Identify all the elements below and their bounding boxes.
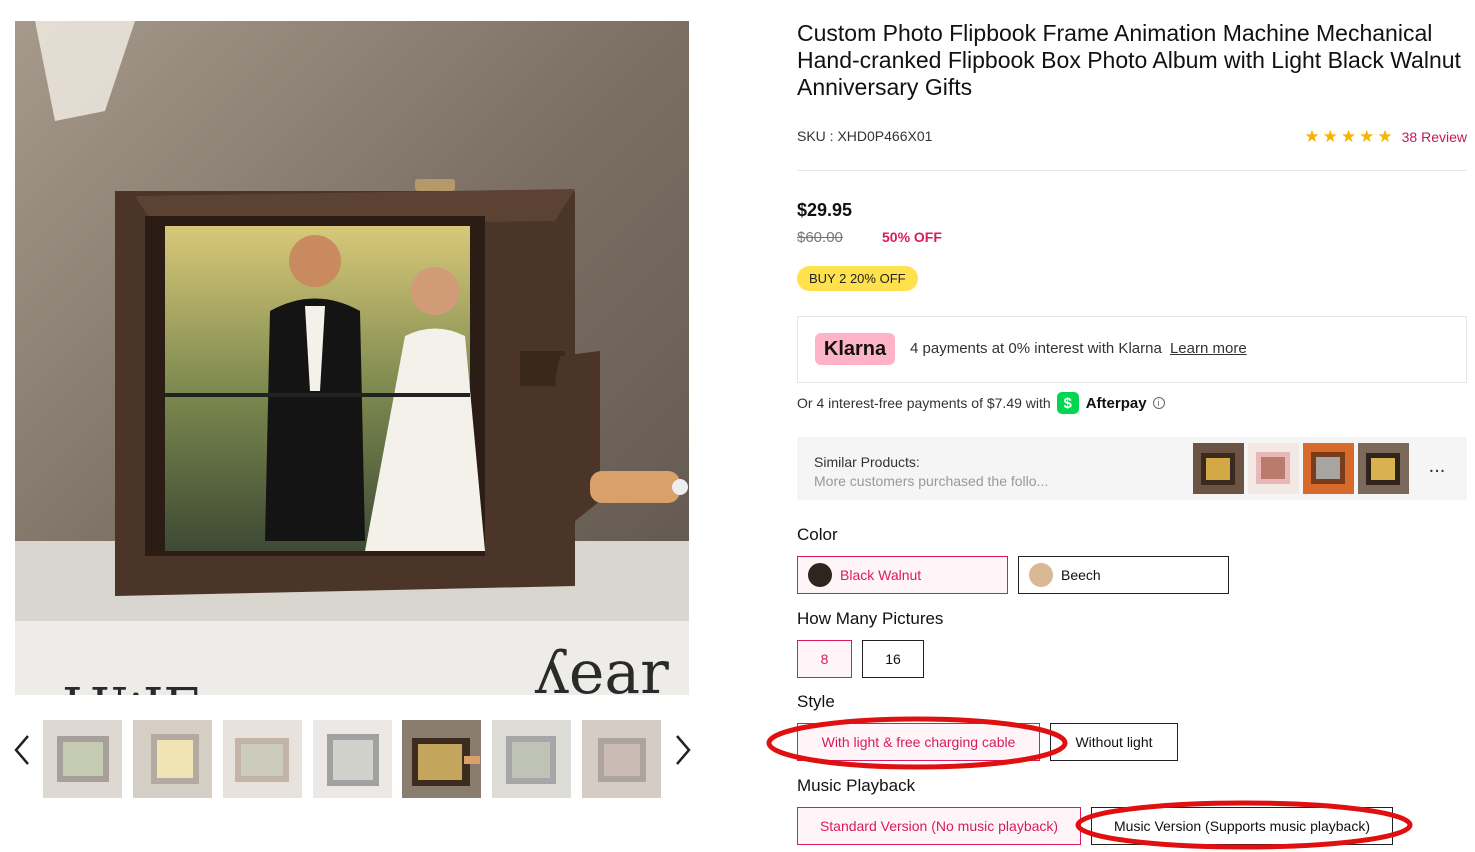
star-icon: ★ <box>1322 127 1338 146</box>
color-label: Color <box>797 525 838 544</box>
klarna-message: 4 payments at 0% interest with Klarna <box>910 340 1162 357</box>
klarna-learn-more-link[interactable]: Learn more <box>1170 340 1247 357</box>
chevron-left-icon <box>14 735 29 765</box>
gallery-prev-arrow[interactable] <box>10 720 34 780</box>
afterpay-row: Or 4 interest-free payments of $7.49 wit… <box>797 392 1165 414</box>
klarna-logo: Klarna <box>815 333 895 365</box>
discount-label: 50% OFF <box>882 229 942 245</box>
klarna-box: Klarna 4 payments at 0% interest with Kl… <box>797 316 1467 383</box>
gallery-thumbnail-1[interactable] <box>43 720 122 798</box>
gallery-thumbnail-2[interactable] <box>133 720 212 798</box>
info-icon[interactable]: i <box>1152 397 1165 409</box>
similar-products-subtitle: More customers purchased the follo... <box>814 473 1049 489</box>
gallery-next-arrow[interactable] <box>671 720 695 780</box>
original-price: $60.00 <box>797 229 843 246</box>
style-option-without-light[interactable]: Without light <box>1050 723 1178 761</box>
review-count-link[interactable]: 38 Review <box>1402 129 1467 145</box>
star-icon: ★ <box>1377 127 1393 146</box>
color-option-black-walnut[interactable]: Black Walnut <box>797 556 1008 594</box>
gallery-thumbnail-5[interactable] <box>402 720 481 798</box>
similar-product-thumb[interactable] <box>1193 443 1244 494</box>
afterpay-logo: Afterpay <box>1085 394 1147 412</box>
similar-product-thumb[interactable] <box>1248 443 1299 494</box>
music-option-standard[interactable]: Standard Version (No music playback) <box>797 807 1081 845</box>
music-option-music-version[interactable]: Music Version (Supports music playback) <box>1091 807 1393 845</box>
current-price: $29.95 <box>797 200 853 220</box>
chevron-right-icon <box>676 735 691 765</box>
gallery-thumbnail-3[interactable] <box>223 720 302 798</box>
divider <box>797 170 1467 171</box>
music-playback-label: Music Playback <box>797 776 916 795</box>
cashapp-icon: $ <box>1056 392 1079 414</box>
gallery-thumbnail-6[interactable] <box>492 720 571 798</box>
klarna-text: 4 payments at 0% interest with Klarna Le… <box>910 340 1247 357</box>
similar-products-title: Similar Products: <box>814 454 920 470</box>
similar-products[interactable]: Similar Products: More customers purchas… <box>797 437 1467 500</box>
main-product-image[interactable]: TIME ʎear <box>15 21 689 695</box>
pictures-option-16[interactable]: 16 <box>862 640 924 678</box>
sku-rating-row: SKU : XHD0P466X01 ★ ★ ★ ★ ★ 38 Review <box>797 128 1467 148</box>
style-option-with-light[interactable]: With light & free charging cable <box>797 723 1040 761</box>
promo-badge[interactable]: BUY 2 20% OFF <box>797 266 918 291</box>
gallery-thumbnail-7[interactable] <box>582 720 661 798</box>
svg-text:TIME: TIME <box>55 674 201 695</box>
star-icon: ★ <box>1359 127 1375 146</box>
sku-label: SKU : XHD0P466X01 <box>797 128 933 144</box>
pictures-label: How Many Pictures <box>797 609 944 628</box>
similar-product-thumb[interactable] <box>1358 443 1409 494</box>
rating[interactable]: ★ ★ ★ ★ ★ 38 Review <box>1304 128 1467 146</box>
afterpay-text: Or 4 interest-free payments of $7.49 wit… <box>797 395 1051 411</box>
color-option-label: Beech <box>1061 567 1101 583</box>
svg-text:ʎear: ʎear <box>534 638 669 695</box>
style-label: Style <box>797 692 835 711</box>
gallery-thumbnail-4[interactable] <box>313 720 392 798</box>
color-option-beech[interactable]: Beech <box>1018 556 1229 594</box>
star-icon: ★ <box>1304 127 1320 146</box>
color-swatch <box>808 563 832 587</box>
star-icon: ★ <box>1340 127 1357 146</box>
similar-product-thumb[interactable] <box>1303 443 1354 494</box>
color-swatch <box>1029 563 1053 587</box>
more-similar-button[interactable]: ... <box>1417 455 1457 481</box>
pictures-option-8[interactable]: 8 <box>797 640 852 678</box>
color-option-label: Black Walnut <box>840 567 922 583</box>
product-title: Custom Photo Flipbook Frame Animation Ma… <box>797 20 1461 100</box>
